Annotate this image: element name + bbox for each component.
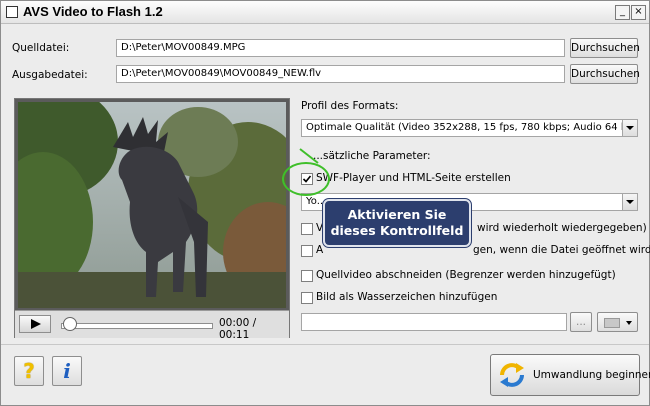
app-window: AVS Video to Flash 1.2 _ × Quelldatei: D…	[0, 0, 650, 406]
info-icon: i	[63, 359, 71, 383]
profile-value: Optimale Qualität (Video 352x288, 15 fps…	[306, 122, 638, 133]
minimize-button[interactable]: _	[615, 5, 630, 20]
output-file-field[interactable]: D:\Peter\MOV00849\MOV00849_NEW.flv	[116, 65, 565, 83]
autoplay-label-end: gen, wenn die Datei geöffnet wird)	[473, 244, 650, 256]
source-browse-button[interactable]: Durchsuchen	[570, 38, 640, 58]
play-button[interactable]	[19, 315, 51, 333]
seek-handle[interactable]	[63, 317, 77, 331]
title-bar: AVS Video to Flash 1.2 _ ×	[1, 1, 649, 24]
watermark-label: Bild als Wasserzeichen hinzufügen	[316, 291, 498, 303]
moose-statue-image	[18, 102, 286, 308]
convert-button-label: Umwandlung beginnen	[533, 369, 650, 381]
autoplay-label-start: A	[316, 244, 324, 256]
output-browse-button[interactable]: Durchsuchen	[570, 64, 640, 84]
callout-line-2: dieses Kontrollfeld	[330, 223, 464, 238]
player-controls: 00:00 / 00:11	[15, 310, 289, 341]
watermark-checkbox[interactable]	[301, 292, 313, 304]
loop-label-end: wird wiederholt wiedergegeben)	[477, 222, 647, 234]
pointer-arrow-icon	[299, 148, 319, 164]
watermark-position-select[interactable]	[597, 312, 638, 332]
callout-line-1: Aktivieren Sie	[347, 207, 447, 222]
loop-checkbox[interactable]	[301, 223, 313, 235]
convert-arrows-icon	[500, 363, 524, 387]
highlight-circle	[282, 162, 330, 196]
help-button[interactable]: ?	[14, 356, 44, 386]
seek-bar[interactable]	[61, 323, 213, 329]
help-icon: ?	[23, 359, 35, 383]
video-preview-panel: 00:00 / 00:11	[14, 98, 290, 341]
info-button[interactable]: i	[52, 356, 82, 386]
trim-checkbox[interactable]	[301, 270, 313, 282]
position-preview-icon	[604, 318, 620, 328]
watermark-file-field[interactable]	[301, 313, 567, 331]
callout-tooltip: Aktivieren Sie dieses Kontrollfeld	[323, 199, 471, 247]
swf-player-label: SWF-Player und HTML-Seite erstellen	[316, 172, 511, 184]
chevron-down-icon	[626, 321, 632, 325]
autoplay-checkbox[interactable]	[301, 245, 313, 257]
source-label: Quelldatei:	[12, 42, 70, 54]
params-label: ...sätzliche Parameter:	[313, 150, 431, 162]
output-label: Ausgabedatei:	[12, 69, 88, 81]
play-icon	[31, 319, 41, 329]
chevron-down-icon	[622, 120, 637, 136]
profile-label: Profil des Formats:	[301, 100, 399, 112]
trim-label: Quellvideo abschneiden (Begrenzer werden…	[316, 269, 616, 281]
convert-button[interactable]: Umwandlung beginnen	[490, 354, 650, 396]
video-frame	[18, 102, 286, 308]
close-button[interactable]: ×	[631, 5, 646, 20]
profile-select[interactable]: Optimale Qualität (Video 352x288, 15 fps…	[301, 119, 638, 137]
window-title: AVS Video to Flash 1.2	[23, 4, 163, 19]
playback-time: 00:00 / 00:11	[219, 317, 257, 341]
divider	[1, 344, 649, 345]
app-icon	[6, 6, 18, 18]
chevron-down-icon	[622, 194, 637, 210]
source-file-field[interactable]: D:\Peter\MOV00849.MPG	[116, 39, 565, 57]
watermark-browse-button[interactable]: ...	[570, 312, 592, 332]
